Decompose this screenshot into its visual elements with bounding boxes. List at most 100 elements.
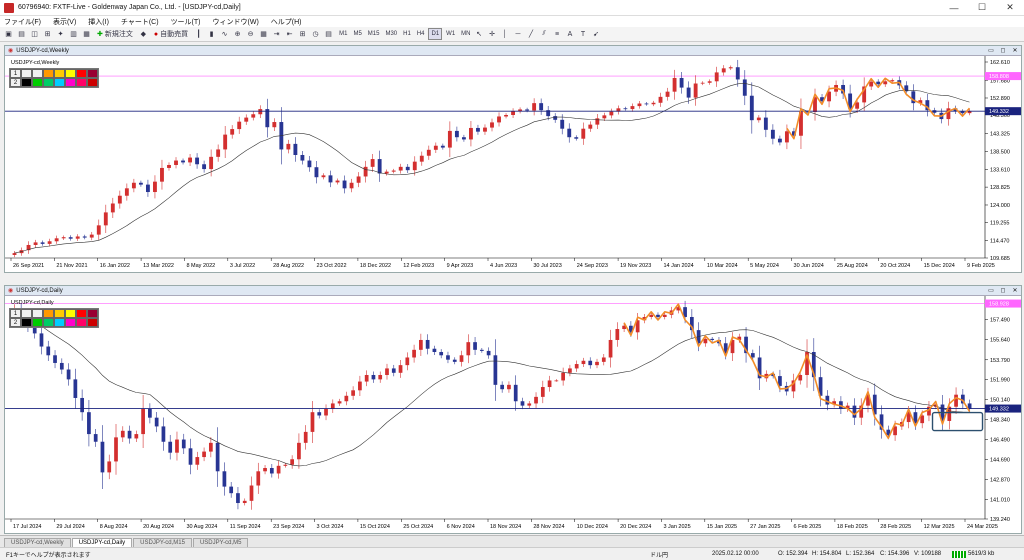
data-window-icon[interactable]: ⊞ xyxy=(42,28,53,40)
palette-color-swatch[interactable] xyxy=(43,318,54,327)
terminal-icon[interactable]: ▥ xyxy=(68,28,79,40)
menu-view[interactable]: 表示(V) xyxy=(53,17,76,27)
tf-h4[interactable]: H4 xyxy=(415,28,427,40)
candle xyxy=(560,119,565,129)
palette-color-swatch[interactable] xyxy=(65,309,76,318)
palette-color-swatch[interactable] xyxy=(43,78,54,87)
tf-m5[interactable]: M5 xyxy=(351,28,363,40)
date-label: 15 Jan 2025 xyxy=(707,524,737,530)
tile-windows-icon[interactable]: ▦ xyxy=(258,28,269,40)
palette-color-swatch[interactable] xyxy=(54,69,65,78)
tab-weekly[interactable]: USDJPY-cd,Weekly xyxy=(4,538,71,547)
price-label: 162.610 xyxy=(990,60,1010,66)
palette-color-swatch[interactable] xyxy=(76,309,87,318)
palette-color-swatch[interactable] xyxy=(87,78,98,87)
menu-window[interactable]: ウィンドウ(W) xyxy=(213,17,259,27)
palette-color-swatch[interactable] xyxy=(65,78,76,87)
palette-color-swatch[interactable] xyxy=(54,318,65,327)
maximize-button[interactable]: ☐ xyxy=(968,0,996,16)
label-tool-icon[interactable]: T xyxy=(578,28,589,40)
daily-window-title: USDJPY-cd,Daily xyxy=(16,287,63,294)
menu-tools[interactable]: ツール(T) xyxy=(171,17,201,27)
daily-chart[interactable]: 159.070157.490155.640153.790151.990150.1… xyxy=(5,296,1021,533)
palette-color-swatch[interactable] xyxy=(32,69,43,78)
candle xyxy=(223,134,228,150)
palette-color-swatch[interactable] xyxy=(76,78,87,87)
tab-m15[interactable]: USDJPY-cd,M15 xyxy=(133,538,192,547)
channel-icon[interactable]: ⫽ xyxy=(539,28,550,40)
palette-color-swatch[interactable] xyxy=(87,69,98,78)
menu-insert[interactable]: 挿入(I) xyxy=(88,17,109,27)
menu-help[interactable]: ヘルプ(H) xyxy=(271,17,302,27)
daily-close-button[interactable]: ✕ xyxy=(1009,287,1021,294)
tester-icon[interactable]: ▦ xyxy=(81,28,92,40)
tf-d1[interactable]: D1 xyxy=(428,28,443,40)
navigator-icon[interactable]: ✦ xyxy=(55,28,66,40)
daily-maximize-button[interactable]: ◻ xyxy=(997,287,1009,294)
autoscroll-icon[interactable]: ⇥ xyxy=(271,28,282,40)
palette-row-label[interactable]: 1 xyxy=(10,309,21,318)
indicators-icon[interactable]: ⊞ xyxy=(297,28,308,40)
auto-trade-button[interactable]: ● 自動売買 xyxy=(151,28,191,40)
vertical-line-icon[interactable]: │ xyxy=(500,28,511,40)
new-order-button[interactable]: ✚ 新規注文 xyxy=(94,28,136,40)
palette-row-label[interactable]: 2 xyxy=(10,78,21,87)
palette-color-swatch[interactable] xyxy=(32,318,43,327)
bar-chart-icon[interactable]: ┃ xyxy=(193,28,204,40)
tf-m15[interactable]: M15 xyxy=(366,28,382,40)
palette-row-label[interactable]: 1 xyxy=(10,69,21,78)
periods-icon[interactable]: ◷ xyxy=(310,28,321,40)
palette-color-swatch[interactable] xyxy=(76,69,87,78)
meta-editor-icon[interactable]: ◆ xyxy=(138,28,149,40)
palette-color-swatch[interactable] xyxy=(87,309,98,318)
cursor-icon[interactable]: ↖ xyxy=(474,28,485,40)
arrows-icon[interactable]: ➹ xyxy=(591,28,602,40)
minimize-button[interactable]: — xyxy=(940,0,968,16)
palette-row-label[interactable]: 2 xyxy=(10,318,21,327)
crosshair-icon[interactable]: ✛ xyxy=(487,28,498,40)
palette-color-swatch[interactable] xyxy=(21,69,32,78)
palette-color-swatch[interactable] xyxy=(65,318,76,327)
weekly-maximize-button[interactable]: ◻ xyxy=(997,47,1009,54)
palette-color-swatch[interactable] xyxy=(32,309,43,318)
text-tool-icon[interactable]: A xyxy=(565,28,576,40)
weekly-close-button[interactable]: ✕ xyxy=(1009,47,1021,54)
palette-color-swatch[interactable] xyxy=(43,69,54,78)
tf-m1[interactable]: M1 xyxy=(337,28,349,40)
tf-h1[interactable]: H1 xyxy=(401,28,413,40)
chart-shift-icon[interactable]: ⇤ xyxy=(284,28,295,40)
market-watch-icon[interactable]: ◫ xyxy=(29,28,40,40)
palette-color-swatch[interactable] xyxy=(21,318,32,327)
line-chart-icon[interactable]: ∿ xyxy=(219,28,230,40)
weekly-minimize-button[interactable]: ▭ xyxy=(985,47,997,54)
palette-color-swatch[interactable] xyxy=(65,69,76,78)
daily-minimize-button[interactable]: ▭ xyxy=(985,287,997,294)
new-chart-icon[interactable]: ▣ xyxy=(3,28,14,40)
tab-m5[interactable]: USDJPY-cd,M5 xyxy=(192,538,249,547)
tf-w1[interactable]: W1 xyxy=(444,28,457,40)
zoom-out-icon[interactable]: ⊖ xyxy=(245,28,256,40)
tf-m30[interactable]: M30 xyxy=(383,28,399,40)
palette-color-swatch[interactable] xyxy=(43,309,54,318)
palette-color-swatch[interactable] xyxy=(21,309,32,318)
menu-file[interactable]: ファイル(F) xyxy=(4,17,41,27)
palette-color-swatch[interactable] xyxy=(21,78,32,87)
palette-color-swatch[interactable] xyxy=(32,78,43,87)
palette-color-swatch[interactable] xyxy=(54,78,65,87)
tab-daily[interactable]: USDJPY-cd,Daily xyxy=(71,538,133,547)
fibonacci-icon[interactable]: ≡ xyxy=(552,28,563,40)
profiles-icon[interactable]: ▤ xyxy=(16,28,27,40)
horizontal-line-icon[interactable]: ─ xyxy=(513,28,524,40)
weekly-chart[interactable]: 162.610157.680152.890148.360143.325138.5… xyxy=(5,56,1021,272)
trendline-icon[interactable]: ╱ xyxy=(526,28,537,40)
palette-color-swatch[interactable] xyxy=(76,318,87,327)
palette-color-swatch[interactable] xyxy=(54,309,65,318)
palette-color-swatch[interactable] xyxy=(87,318,98,327)
zoom-in-icon[interactable]: ⊕ xyxy=(232,28,243,40)
tf-mn[interactable]: MN xyxy=(459,28,472,40)
close-button[interactable]: ✕ xyxy=(996,0,1024,16)
date-label: 30 Aug 2024 xyxy=(186,524,217,530)
templates-icon[interactable]: ▤ xyxy=(323,28,334,40)
candle-chart-icon[interactable]: ▮ xyxy=(206,28,217,40)
menu-chart[interactable]: チャート(C) xyxy=(121,17,159,27)
